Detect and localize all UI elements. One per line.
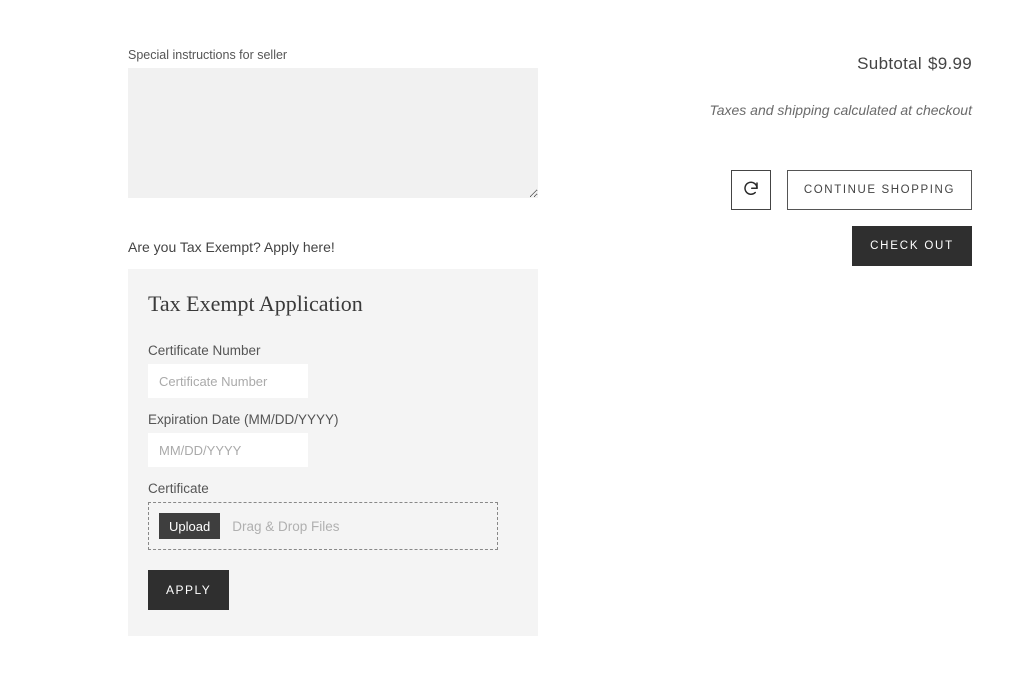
continue-shopping-button[interactable]: CONTINUE SHOPPING [787,170,972,210]
expiration-date-label: Expiration Date (MM/DD/YYYY) [148,412,518,427]
certificate-number-input[interactable] [148,364,308,398]
refresh-icon [742,180,760,201]
left-column: Special instructions for seller Are you … [128,48,538,636]
subtotal-label: Subtotal [857,54,922,73]
checkout-wrap: CHECK OUT [672,210,972,266]
cart-page: Special instructions for seller Are you … [0,0,1024,676]
actions-row: CONTINUE SHOPPING [672,170,972,210]
certificate-number-label: Certificate Number [148,343,518,358]
layout-columns: Special instructions for seller Are you … [128,48,972,636]
right-column: Subtotal $9.99 Taxes and shipping calcula… [672,48,972,266]
tax-exempt-title: Tax Exempt Application [148,291,518,317]
tax-exempt-panel: Tax Exempt Application Certificate Numbe… [128,269,538,636]
expiration-date-input[interactable] [148,433,308,467]
certificate-label: Certificate [148,481,518,496]
upload-button[interactable]: Upload [159,513,220,539]
apply-button[interactable]: APPLY [148,570,229,610]
tax-exempt-question: Are you Tax Exempt? Apply here! [128,239,538,255]
subtotal-value: $9.99 [928,54,972,73]
taxes-shipping-note: Taxes and shipping calculated at checkou… [672,102,972,118]
drop-text: Drag & Drop Files [232,519,339,534]
checkout-button[interactable]: CHECK OUT [852,226,972,266]
certificate-dropzone[interactable]: Upload Drag & Drop Files [148,502,498,550]
refresh-button[interactable] [731,170,771,210]
instructions-label: Special instructions for seller [128,48,538,62]
instructions-textarea[interactable] [128,68,538,198]
subtotal-line: Subtotal $9.99 [672,54,972,74]
